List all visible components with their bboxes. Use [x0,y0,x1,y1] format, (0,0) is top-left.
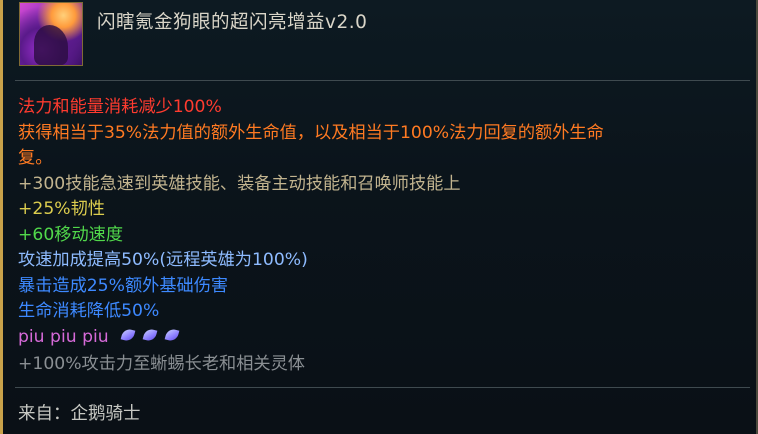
stat-line-ability-haste: +300技能急速到英雄技能、装备主动技能和召唤师技能上 [18,173,461,194]
augment-icon [19,2,83,66]
stat-line-health-cost: 生命消耗降低50% [18,301,160,321]
stat-line-bonus-health-cont: 复。 [18,148,53,168]
champion-silhouette [34,25,68,65]
tooltip-header: 闪瞎氪金狗眼的超闪亮增益v2.0 [15,0,756,68]
stat-line-move-speed: +60移动速度 [18,224,124,245]
feather-icon [142,328,158,344]
piu-text: piu piu piu [18,326,109,347]
item-tooltip: 闪瞎氪金狗眼的超闪亮增益v2.0 法力和能量消耗减少100% 获得相当于35%法… [0,0,758,434]
stat-line-mana-cost: 法力和能量消耗减少100% [18,97,222,117]
stat-line-tenacity: +25%韧性 [18,199,105,219]
feather-icon [120,328,136,344]
stats-list: 法力和能量消耗减少100% 获得相当于35%法力值的额外生命值，以及相当于100… [18,95,756,378]
source-label: 来自：企鹅骑士 [18,404,141,424]
item-title: 闪瞎氪金狗眼的超闪亮增益v2.0 [97,12,368,33]
stat-line-piu: piu piu piu [18,325,756,353]
stat-line-elder-dragon: +100%攻击力至蜥蜴长老和相关灵体 [18,354,305,374]
stat-line-bonus-health: 获得相当于35%法力值的额外生命值，以及相当于100%法力回复的额外生命 [18,122,604,143]
stat-line-crit: 暴击造成25%额外基础伤害 [18,275,229,296]
feather-icons [120,327,186,353]
feather-icon [164,328,180,344]
stat-line-attack-speed: 攻速加成提高50%(远程英雄为100%) [18,250,308,270]
divider-top [15,80,750,81]
divider-bottom [15,387,750,388]
